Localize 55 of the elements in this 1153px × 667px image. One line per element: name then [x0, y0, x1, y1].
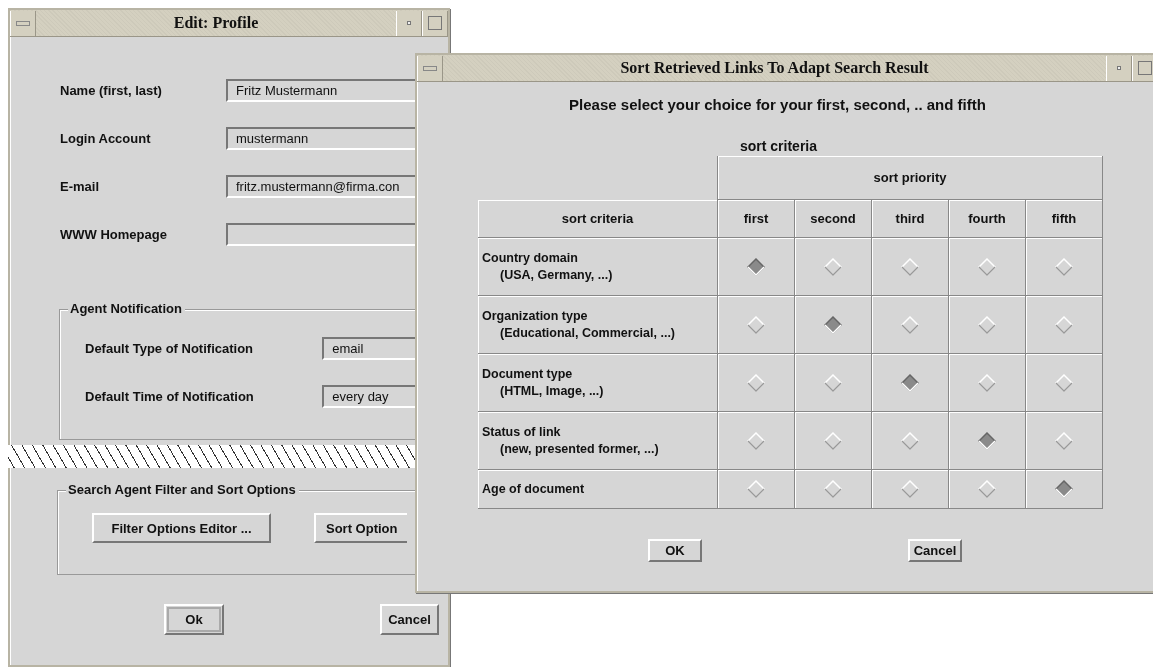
- header-cell: sort priority: [718, 156, 1103, 200]
- ok-button[interactable]: Ok: [164, 604, 224, 635]
- text-field[interactable]: [226, 223, 415, 246]
- minimize-button[interactable]: [396, 10, 422, 36]
- radio-button[interactable]: [747, 257, 765, 276]
- window-menu-button[interactable]: [417, 55, 443, 81]
- maximize-button[interactable]: [422, 10, 448, 36]
- filter-options-button[interactable]: Filter Options Editor ...: [92, 513, 271, 543]
- header-cell: third: [872, 200, 949, 238]
- maximize-button[interactable]: [1132, 55, 1153, 81]
- criterion-label: Status of link: [482, 425, 561, 439]
- table-caption: sort criteria: [740, 138, 818, 154]
- radio-button[interactable]: [824, 315, 842, 334]
- window-title: Edit: Profile: [172, 14, 260, 32]
- header-cell: fourth: [949, 200, 1026, 238]
- criterion-detail: (USA, Germany, ...): [499, 268, 613, 282]
- radio-button[interactable]: [978, 431, 996, 450]
- window-title: Sort Retrieved Links To Adapt Search Result: [619, 59, 930, 77]
- cancel-button[interactable]: Cancel: [908, 539, 962, 562]
- minimize-button[interactable]: [1106, 55, 1132, 81]
- criterion-label: Organization type: [482, 309, 588, 323]
- cancel-button[interactable]: Cancel: [380, 604, 439, 635]
- field-label: Default Time of Notification: [85, 389, 255, 404]
- field-label: Default Type of Notification: [85, 341, 255, 356]
- sort-options-button[interactable]: Sort Option: [314, 513, 407, 543]
- minus-icon: [16, 20, 30, 26]
- field-label: E-mail: [60, 179, 100, 194]
- square-icon: [1138, 61, 1152, 75]
- text-field[interactable]: mustermann: [226, 127, 415, 150]
- field-label: Name (first, last): [60, 83, 163, 98]
- text-field[interactable]: fritz.mustermann@firma.con: [226, 175, 415, 198]
- header-cell: sort criteria: [478, 200, 718, 238]
- field-label: WWW Homepage: [60, 227, 168, 242]
- group-legend: Agent Notification: [68, 301, 185, 316]
- minus-icon: [423, 65, 437, 71]
- ok-button[interactable]: OK: [648, 539, 702, 562]
- header-cell: fifth: [1026, 200, 1103, 238]
- header-cell: first: [718, 200, 795, 238]
- text-field[interactable]: Fritz Mustermann: [226, 79, 415, 102]
- radio-button[interactable]: [901, 373, 919, 392]
- criterion-detail: (HTML, Image, ...): [499, 384, 604, 398]
- field-label: Login Account: [60, 131, 152, 146]
- criterion-label: Age of document: [482, 482, 585, 496]
- header-cell: second: [795, 200, 872, 238]
- criterion-label: Document type: [482, 367, 573, 381]
- window-menu-button[interactable]: [10, 10, 36, 36]
- square-icon: [428, 16, 442, 30]
- group-legend: Search Agent Filter and Sort Options: [66, 482, 299, 497]
- instruction-text: Please select your choice for your first, second, .. and fifth: [569, 96, 986, 113]
- select-field[interactable]: email: [322, 337, 415, 360]
- radio-button[interactable]: [1055, 480, 1073, 498]
- criterion-detail: (Educational, Commercial, ...): [499, 326, 676, 340]
- select-field[interactable]: every day: [322, 385, 415, 408]
- criterion-detail: (new, presented former, ...): [499, 442, 659, 456]
- criterion-label: Country domain: [482, 251, 578, 265]
